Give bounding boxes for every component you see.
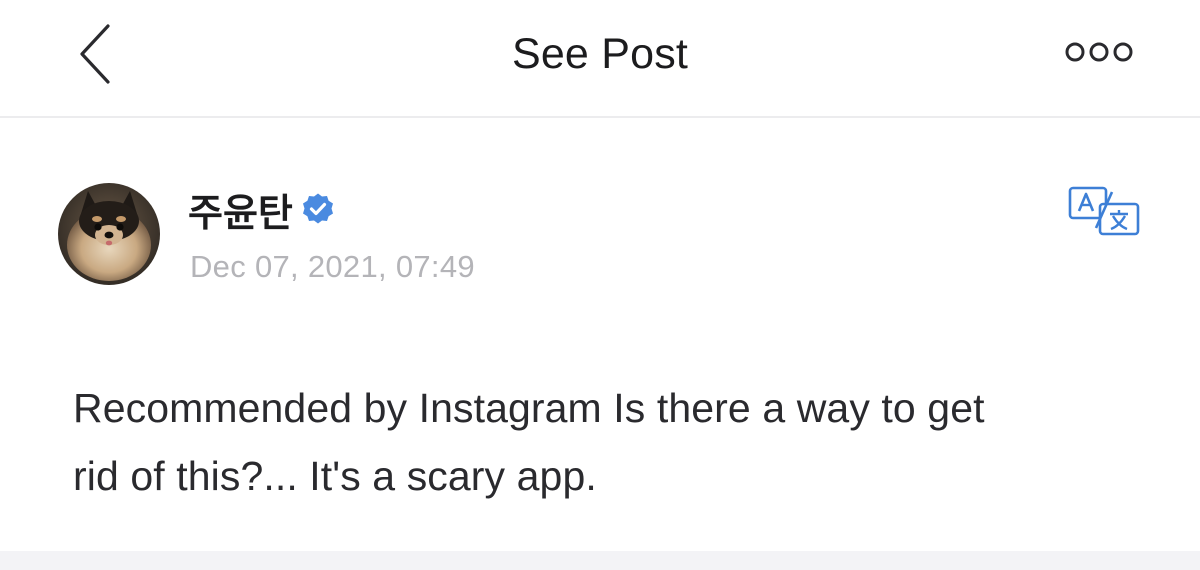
verified-badge-icon <box>301 192 335 226</box>
post-text-line: rid of this?... It's a scary app. <box>73 453 597 499</box>
translate-icon <box>1068 186 1140 236</box>
post-screen: See Post 주윤탄 Dec 07, 2021, 07:49 Recomme… <box>0 0 1200 570</box>
page-title: See Post <box>511 30 689 78</box>
author-name-row: 주윤탄 <box>188 182 335 237</box>
more-horizontal-icon <box>1065 42 1133 62</box>
back-button[interactable] <box>66 18 126 90</box>
more-options-button[interactable] <box>1058 32 1142 72</box>
pomeranian-dog-avatar <box>58 183 160 285</box>
post-date: Dec 07, 2021, 07:49 <box>190 249 475 284</box>
post-text: Recommended by Instagram Is there a way … <box>73 374 1153 510</box>
translate-button[interactable] <box>1066 184 1142 238</box>
section-divider <box>0 551 1200 570</box>
post-text-line: Recommended by Instagram Is there a way … <box>73 385 985 431</box>
chevron-left-icon <box>80 24 110 84</box>
top-nav-bar: See Post <box>0 0 1200 118</box>
author-avatar[interactable] <box>58 183 160 285</box>
author-name[interactable]: 주윤탄 <box>188 182 293 237</box>
